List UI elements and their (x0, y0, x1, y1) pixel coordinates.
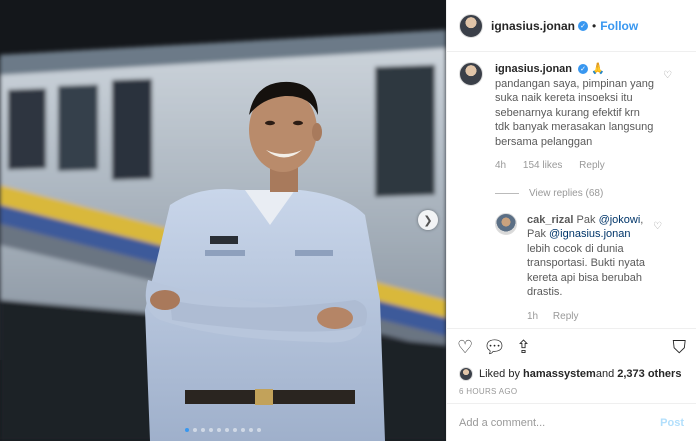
comment-icon[interactable]: 💬︎ (483, 339, 506, 357)
view-replies-button[interactable]: View replies (68) (495, 188, 696, 199)
post-sidebar: ignasius.jonan ✓ • Follow ignasius.jonan… (446, 0, 696, 441)
liker-username[interactable]: hamassystem (523, 368, 596, 380)
post-comment-button[interactable]: Post (660, 417, 684, 429)
carousel-dot (209, 428, 213, 432)
reply-like-heart-icon[interactable]: ♡ (653, 221, 662, 325)
comments-list[interactable]: ignasius.jonan ✓ 🙏 pandangan saya, pimpi… (447, 62, 696, 324)
follow-button[interactable]: Follow (600, 19, 638, 33)
author-avatar[interactable] (459, 13, 483, 38)
replies-divider (495, 192, 519, 194)
comment-body: ignasius.jonan ✓ 🙏 pandangan saya, pimpi… (495, 62, 655, 174)
reply-text-1: Pak (576, 213, 599, 226)
chevron-right-icon: ❯ (423, 213, 433, 227)
carousel-indicator (185, 428, 261, 432)
replier-avatar[interactable] (495, 212, 517, 235)
reply-body: cak_rizal Pak @jokowi, Pak @ignasius.jon… (527, 213, 645, 325)
carousel-dot (217, 428, 221, 432)
comment-likes[interactable]: 154 likes (523, 160, 562, 171)
post-header: ignasius.jonan ✓ • Follow (447, 0, 696, 52)
comment-meta: 4h 154 likes Reply (495, 159, 655, 174)
mention-link[interactable]: @jokowi (599, 214, 641, 226)
verified-badge-icon: ✓ (578, 20, 589, 31)
mention-link[interactable]: @ignasius.jonan (549, 228, 631, 240)
comment-username[interactable]: ignasius.jonan (495, 63, 572, 75)
caption-comment: ignasius.jonan ✓ 🙏 pandangan saya, pimpi… (447, 62, 696, 174)
post-actions-area: ♡ 💬︎ ⇪ ⛉ Liked by hamassystem and 2,373 … (447, 328, 696, 396)
photo-illustration (0, 0, 446, 441)
post-timestamp: 6 HOURS AGO (459, 387, 518, 396)
reply-meta: 1h Reply (527, 310, 645, 325)
share-icon[interactable]: ⇪ (516, 339, 531, 357)
view-replies-label: View replies (68) (529, 187, 604, 199)
comment-input[interactable] (459, 416, 661, 429)
liker-avatar (459, 367, 473, 381)
likes-prefix: Liked by (479, 368, 520, 380)
reply-username[interactable]: cak_rizal (527, 214, 573, 226)
comment-like-heart-icon[interactable]: ♡ (663, 70, 672, 174)
carousel-dot (233, 428, 237, 432)
heart-icon[interactable]: ♡ (457, 339, 473, 357)
bookmark-icon[interactable]: ⛉ (673, 339, 687, 357)
reply-comment: cak_rizal Pak @jokowi, Pak @ignasius.jon… (495, 212, 696, 325)
separator-dot: • (592, 18, 597, 33)
comment-text: pandangan saya, pimpinan yang suka naik … (495, 77, 655, 148)
carousel-dot (185, 428, 189, 432)
carousel-dot (241, 428, 245, 432)
add-comment-bar: Post (447, 403, 696, 441)
carousel-dot (225, 428, 229, 432)
reply-button[interactable]: Reply (579, 160, 605, 171)
reply-text-3: lebih cocok di dunia transportasi. Bukti… (527, 242, 646, 299)
likes-middle: and (595, 368, 615, 380)
likes-summary[interactable]: Liked by hamassystem and 2,373 others (447, 367, 696, 381)
verified-badge-icon: ✓ (578, 64, 589, 75)
carousel-dot (249, 428, 253, 432)
reply-time[interactable]: 1h (527, 311, 538, 322)
pray-emoji: 🙏 (591, 63, 605, 75)
author-username[interactable]: ignasius.jonan (491, 19, 575, 33)
carousel-dot (257, 428, 261, 432)
reply-button[interactable]: Reply (553, 311, 579, 322)
likes-count[interactable]: 2,373 others (617, 368, 681, 380)
carousel-next-button[interactable]: ❯ (418, 210, 438, 230)
carousel-dot (201, 428, 205, 432)
post-photo[interactable]: ❯ (0, 0, 446, 441)
action-bar: ♡ 💬︎ ⇪ ⛉ (447, 329, 696, 367)
carousel-dot (193, 428, 197, 432)
comment-time[interactable]: 4h (495, 160, 506, 171)
commenter-avatar[interactable] (459, 62, 483, 86)
